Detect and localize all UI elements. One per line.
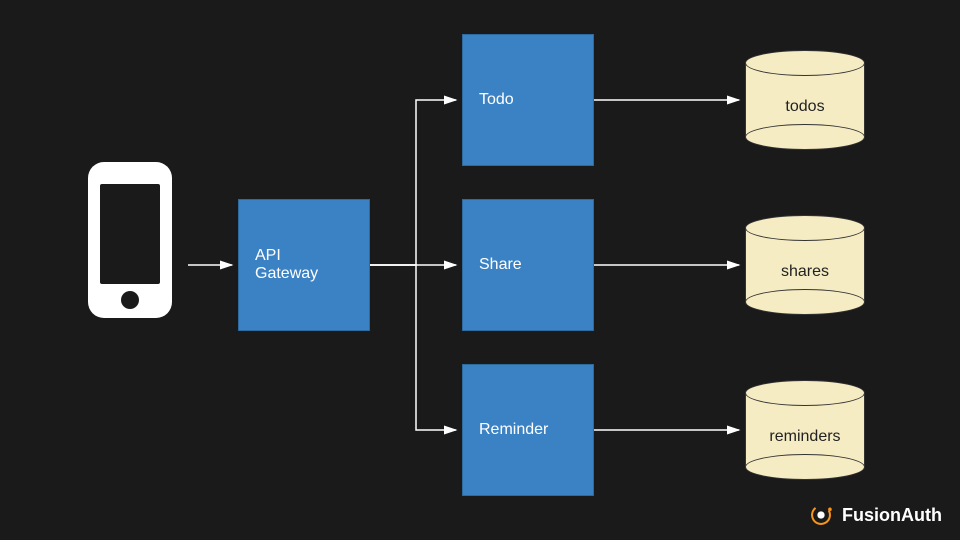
api-gateway-label: API Gateway <box>255 247 318 283</box>
fusionauth-logo: FusionAuth <box>808 502 942 528</box>
reminders-datastore: reminders <box>745 380 865 480</box>
shares-label: shares <box>745 263 865 281</box>
api-gateway-node: API Gateway <box>238 199 370 331</box>
share-service-node: Share <box>462 199 594 331</box>
mobile-client-icon <box>80 160 180 325</box>
fusionauth-logo-text: FusionAuth <box>842 505 942 526</box>
architecture-diagram: API Gateway Todo Share Reminder todos sh… <box>0 0 960 540</box>
shares-datastore: shares <box>745 215 865 315</box>
reminder-label: Reminder <box>479 421 548 439</box>
todo-label: Todo <box>479 91 514 109</box>
share-label: Share <box>479 256 522 274</box>
todo-service-node: Todo <box>462 34 594 166</box>
todos-datastore: todos <box>745 50 865 150</box>
fusionauth-logo-icon <box>808 502 834 528</box>
reminder-service-node: Reminder <box>462 364 594 496</box>
reminders-label: reminders <box>745 428 865 446</box>
todos-label: todos <box>745 98 865 116</box>
